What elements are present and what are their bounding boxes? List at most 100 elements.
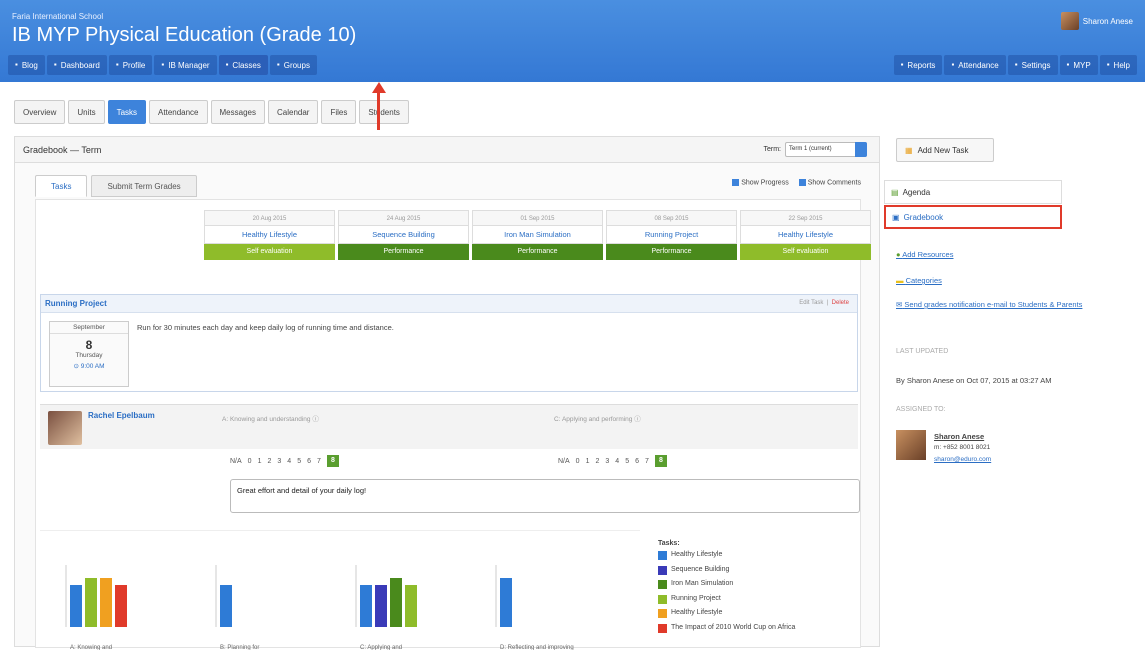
grade-option[interactable]: 7: [645, 458, 649, 465]
grade-option[interactable]: 1: [586, 458, 590, 465]
grade-option[interactable]: 0: [248, 458, 252, 465]
grade-option[interactable]: 6: [307, 458, 311, 465]
show-progress-toggle[interactable]: Show Progress: [732, 179, 789, 186]
assignee-name[interactable]: Sharon Anese: [934, 432, 984, 441]
help-icon: ▪: [1106, 60, 1110, 69]
task-column: 08 Sep 2015 Running Project Performance: [606, 210, 737, 260]
nav-label: Settings: [1021, 60, 1051, 70]
grade-option[interactable]: 0: [576, 458, 580, 465]
nav-item-reports[interactable]: ▪ Reports: [893, 55, 943, 75]
user-menu[interactable]: Sharon Anese: [1060, 12, 1133, 30]
task-date: 20 Aug 2015: [204, 210, 335, 226]
nav-item-dashboard[interactable]: ▪ Dashboard: [46, 55, 107, 75]
task-type-badge: Performance: [606, 244, 737, 260]
nav-item-classes[interactable]: ▪ Classes: [218, 55, 268, 75]
attendance-icon: ▪: [951, 60, 955, 69]
legend-label: Running Project: [671, 594, 721, 602]
nav-label: Help: [1113, 60, 1130, 70]
categories-link[interactable]: ▬ Categories: [896, 276, 942, 285]
term-select[interactable]: Term 1 (current): [785, 142, 867, 157]
nav-item-groups[interactable]: ▪ Groups: [269, 55, 317, 75]
nav-item-settings[interactable]: ▪ Settings: [1007, 55, 1058, 75]
nav-item-attendance[interactable]: ▪ Attendance: [944, 55, 1006, 75]
term-value: Term 1 (current): [789, 146, 832, 152]
nav-item-ib-manager[interactable]: ▪ IB Manager: [154, 55, 217, 75]
task-date: 08 Sep 2015: [606, 210, 737, 226]
gradebook-label: Gradebook: [903, 212, 944, 222]
task-name-link[interactable]: Iron Man Simulation: [472, 226, 603, 244]
gear-icon: ▪: [1014, 60, 1018, 69]
grade-option[interactable]: 2: [595, 458, 599, 465]
add-resources-label: Add Resources: [902, 250, 954, 259]
chart-category-label: C: Applying and: [360, 645, 402, 650]
tab-tasks[interactable]: Tasks: [107, 100, 147, 124]
grade-option[interactable]: 2: [267, 458, 271, 465]
nav-label: Classes: [232, 60, 261, 70]
tab-calendar[interactable]: Calendar: [267, 100, 319, 124]
grade-option[interactable]: 8: [654, 455, 667, 467]
task-type-badge: Performance: [472, 244, 603, 260]
last-updated-value: By Sharon Anese on Oct 07, 2015 at 03:27…: [896, 376, 1052, 385]
assignee-email[interactable]: sharon@eduro.com: [934, 456, 991, 463]
grade-option[interactable]: 5: [625, 458, 629, 465]
mail-icon: ✉: [896, 300, 903, 309]
sidebar-item-agenda[interactable]: ▤ Agenda: [884, 180, 1062, 204]
nav-item-myp[interactable]: ▪ MYP: [1059, 55, 1098, 75]
task-name-link[interactable]: Healthy Lifestyle: [204, 226, 335, 244]
task-name-link[interactable]: Running Project: [606, 226, 737, 244]
legend-swatch: [658, 580, 667, 589]
add-resources-link[interactable]: ● Add Resources: [896, 250, 953, 259]
nav-label: MYP: [1073, 60, 1091, 70]
send-notification-link[interactable]: ✉ Send grades notification e-mail to Stu…: [896, 300, 1126, 309]
sidebar-item-gradebook[interactable]: ▣ Gradebook: [884, 205, 1062, 229]
grade-option[interactable]: 4: [615, 458, 619, 465]
chart-bar: [100, 578, 112, 627]
tab-overview[interactable]: Overview: [14, 100, 66, 124]
grade-option[interactable]: 5: [297, 458, 301, 465]
nav-item-profile[interactable]: ▪ Profile: [108, 55, 153, 75]
delete-task-link[interactable]: Delete: [832, 300, 849, 306]
legend-item: Healthy Lifestyle: [658, 551, 795, 566]
chart-bar: [405, 585, 417, 627]
task-name-link[interactable]: Healthy Lifestyle: [740, 226, 871, 244]
comment-textarea[interactable]: Great effort and detail of your daily lo…: [230, 479, 860, 513]
tab-attendance[interactable]: Attendance: [149, 100, 208, 124]
grade-option[interactable]: N/A: [558, 458, 570, 465]
nav-item-blog[interactable]: ▪ Blog: [8, 55, 45, 75]
grade-option[interactable]: 3: [605, 458, 609, 465]
search-icon: ▪: [1066, 60, 1070, 69]
nav-item-help[interactable]: ▪ Help: [1099, 55, 1137, 75]
subtab-submit-term-grades[interactable]: Submit Term Grades: [91, 175, 197, 197]
legend-item: The Impact of 2010 World Cup on Africa: [658, 623, 795, 639]
grade-option[interactable]: 8: [326, 455, 339, 467]
criterion-c-text: C: Applying and performing: [554, 416, 633, 423]
legend-item: Running Project: [658, 594, 795, 610]
tab-students[interactable]: Students: [359, 100, 409, 124]
display-options: Show Progress Show Comments: [732, 179, 861, 186]
grade-option[interactable]: 6: [635, 458, 639, 465]
legend-swatch: [658, 594, 667, 604]
dashboard-icon: ▪: [53, 60, 57, 69]
grade-option[interactable]: N/A: [230, 458, 242, 465]
legend-label: Sequence Building: [671, 565, 730, 573]
add-new-task-button[interactable]: ▦ Add New Task: [896, 138, 994, 162]
subtab-tasks[interactable]: Tasks: [35, 175, 88, 197]
tab-messages[interactable]: Messages: [210, 100, 265, 124]
categories-label: Categories: [905, 276, 942, 285]
legend-item: Healthy Lifestyle: [658, 609, 795, 624]
chart-bar: [360, 585, 372, 627]
grade-option[interactable]: 4: [287, 458, 291, 465]
task-month: September: [50, 322, 128, 334]
task-detail-title: Running Project: [45, 299, 107, 308]
tab-units[interactable]: Units: [68, 100, 105, 124]
grade-option[interactable]: 3: [277, 458, 281, 465]
show-comments-toggle[interactable]: Show Comments: [798, 179, 861, 186]
tab-files[interactable]: Files: [321, 100, 357, 124]
grade-option[interactable]: 7: [317, 458, 321, 465]
student-grade-row: Rachel Epelbaum A: Knowing and understan…: [40, 404, 860, 513]
student-name[interactable]: Rachel Epelbaum: [88, 411, 155, 420]
nav-label: Reports: [907, 60, 936, 70]
edit-task-link[interactable]: Edit Task: [799, 300, 823, 306]
task-name-link[interactable]: Sequence Building: [338, 226, 469, 244]
grade-option[interactable]: 1: [258, 458, 262, 465]
